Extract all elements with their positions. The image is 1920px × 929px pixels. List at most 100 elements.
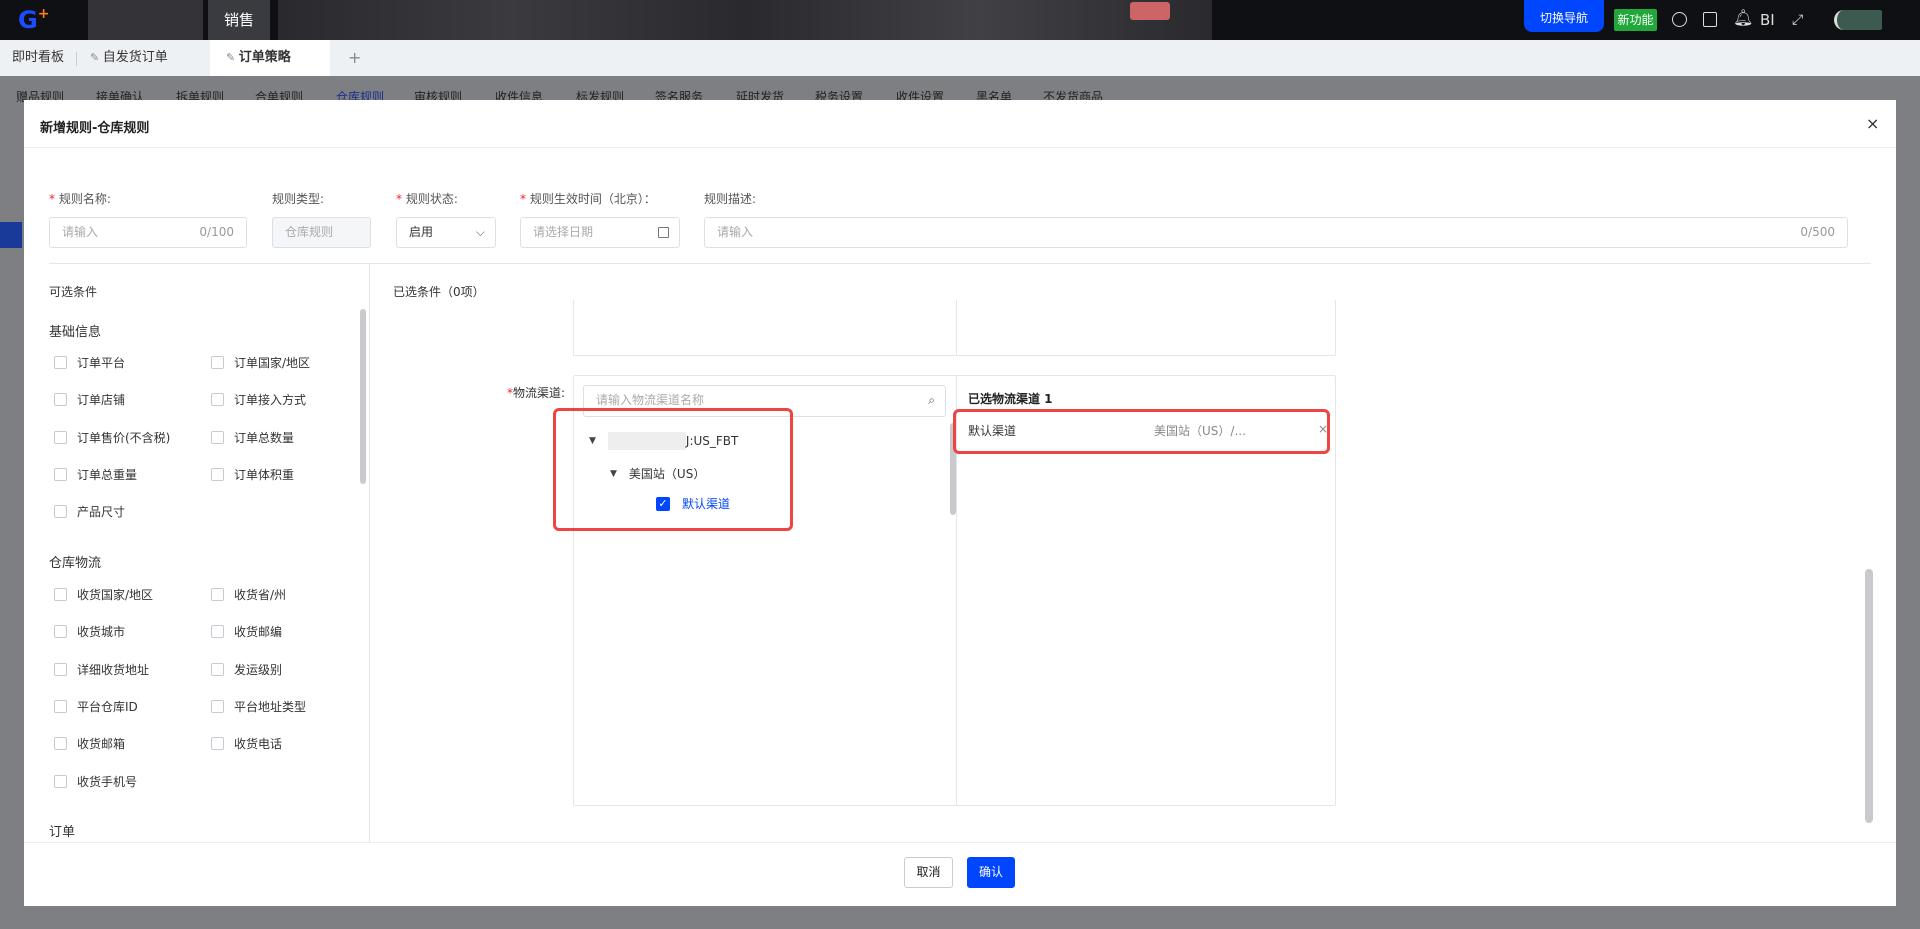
checkbox[interactable] [211,662,224,676]
checkbox[interactable] [54,737,67,751]
close-icon[interactable]: × [1866,114,1879,133]
condition-checkbox[interactable]: 收货省/州 [211,586,286,603]
calendar-check-icon[interactable] [1703,12,1717,27]
logistics-channel-label: *物流渠道: [507,386,566,400]
condition-checkbox[interactable]: 平台仓库ID [54,698,138,715]
condition-checkbox[interactable]: 收货邮箱 [54,735,125,752]
condition-box [573,300,1336,356]
tab-order-strategy[interactable]: ✎ 订单策略 [210,40,330,76]
condition-label: 收货城市 [77,625,126,640]
condition-checkbox[interactable]: 收货邮编 [211,623,282,640]
pin-icon: ✎ [226,51,239,64]
group-order: 订单 [49,825,76,840]
app-logo[interactable]: G+ [18,6,49,34]
rule-type-input: 仓库规则 [272,217,371,248]
highlight-box [953,409,1330,454]
rule-status-select[interactable]: 启用 ⌵ [396,217,496,248]
checkbox[interactable] [54,774,67,788]
condition-label: 订单售价(不含税) [77,430,171,445]
rule-type-label: 规则类型: [272,192,325,206]
checkbox[interactable] [211,467,224,481]
rule-name-label: * 规则名称: [49,192,111,206]
confirm-button[interactable]: 确认 [967,857,1015,888]
checkbox[interactable] [211,430,224,444]
group-warehouse-logistics: 仓库物流 [49,556,102,571]
chevron-down-icon: ⌵ [475,225,485,239]
rule-desc-label: 规则描述: [704,192,757,206]
condition-label: 订单总数量 [234,430,295,445]
add-tab-button[interactable]: + [348,40,361,76]
condition-label: 订单平台 [77,356,126,370]
checkbox[interactable] [211,699,224,713]
bi-button[interactable]: BI [1760,11,1775,29]
checkbox[interactable] [211,588,224,601]
modal-title: 新增规则-仓库规则 [40,121,150,136]
checkbox[interactable] [54,356,67,369]
condition-checkbox[interactable]: 订单接入方式 [211,391,306,408]
condition-label: 收货国家/地区 [77,588,154,602]
condition-checkbox[interactable]: 收货国家/地区 [54,586,153,603]
condition-checkbox[interactable]: 收货电话 [211,735,282,752]
switch-nav-button[interactable]: 切换导航 [1524,0,1604,32]
checkbox[interactable] [54,393,67,407]
modal-scrollbar[interactable] [1865,569,1873,823]
checkbox[interactable] [211,356,224,369]
checkbox[interactable] [54,430,67,444]
condition-checkbox[interactable]: 订单平台 [54,354,125,371]
condition-label: 收货手机号 [77,774,138,789]
condition-label: 平台仓库ID [77,699,138,714]
new-feature-button[interactable]: 新功能 [1614,9,1657,31]
checkbox[interactable] [54,662,67,676]
rule-name-input[interactable]: 请输入 0/100 [49,217,247,248]
left-scrollbar[interactable] [360,309,366,484]
tab-dashboard[interactable]: 即时看板 [12,40,64,76]
checkbox[interactable] [211,393,224,407]
effective-date-picker[interactable]: 请选择日期 [520,217,680,248]
condition-label: 详细收货地址 [77,662,150,677]
selected-conditions-title: 已选条件（0项） [393,285,485,299]
condition-label: 订单店铺 [77,393,126,408]
top-nav-bar: G+ 销售 切换导航 新功能 🔔︎ BI ⤢ [0,0,1920,40]
condition-checkbox[interactable]: 平台地址类型 [211,698,306,715]
info-icon[interactable] [1672,12,1687,27]
condition-checkbox[interactable]: 发运级别 [211,661,282,678]
condition-checkbox[interactable]: 订单店铺 [54,391,125,408]
checkbox[interactable] [54,625,67,639]
avatar[interactable] [1834,10,1882,30]
fullscreen-icon[interactable]: ⤢ [1792,12,1803,28]
tab-label: 订单策略 [238,50,291,65]
checkbox[interactable] [54,467,67,481]
nav-sales[interactable]: 销售 [208,0,270,40]
rule-desc-input[interactable]: 请输入 0/500 [704,217,1848,248]
condition-label: 订单体积重 [234,467,295,482]
cancel-button[interactable]: 取消 [904,857,953,888]
search-icon: ⌕ [928,393,935,407]
condition-label: 订单总重量 [77,467,138,482]
redacted-menu [278,0,1212,40]
condition-checkbox[interactable]: 订单总数量 [211,429,294,446]
redacted-menu [88,0,203,40]
condition-label: 产品尺寸 [77,505,126,520]
highlight-box [553,408,793,531]
condition-checkbox[interactable]: 订单体积重 [211,466,294,483]
checkbox[interactable] [54,588,67,601]
tab-self-ship-orders[interactable]: ✎ 自发货订单 [90,40,168,76]
condition-label: 收货邮箱 [77,737,126,752]
checkbox[interactable] [54,699,67,713]
checkbox[interactable] [211,625,224,639]
available-conditions-title: 可选条件 [49,285,98,299]
condition-checkbox[interactable]: 订单售价(不含税) [54,429,170,446]
bell-icon[interactable]: 🔔︎ [1733,8,1753,27]
condition-checkbox[interactable]: 订单国家/地区 [211,354,310,371]
condition-checkbox[interactable]: 订单总重量 [54,466,137,483]
condition-label: 平台地址类型 [234,699,307,714]
condition-checkbox[interactable]: 收货城市 [54,623,125,640]
condition-checkbox[interactable]: 收货手机号 [54,773,137,790]
condition-checkbox[interactable]: 产品尺寸 [54,503,125,520]
checkbox[interactable] [54,505,67,519]
background-button [0,222,22,248]
tab-label: 自发货订单 [102,50,168,65]
condition-checkbox[interactable]: 详细收货地址 [54,661,149,678]
checkbox[interactable] [211,737,224,751]
condition-label: 订单国家/地区 [234,356,311,370]
